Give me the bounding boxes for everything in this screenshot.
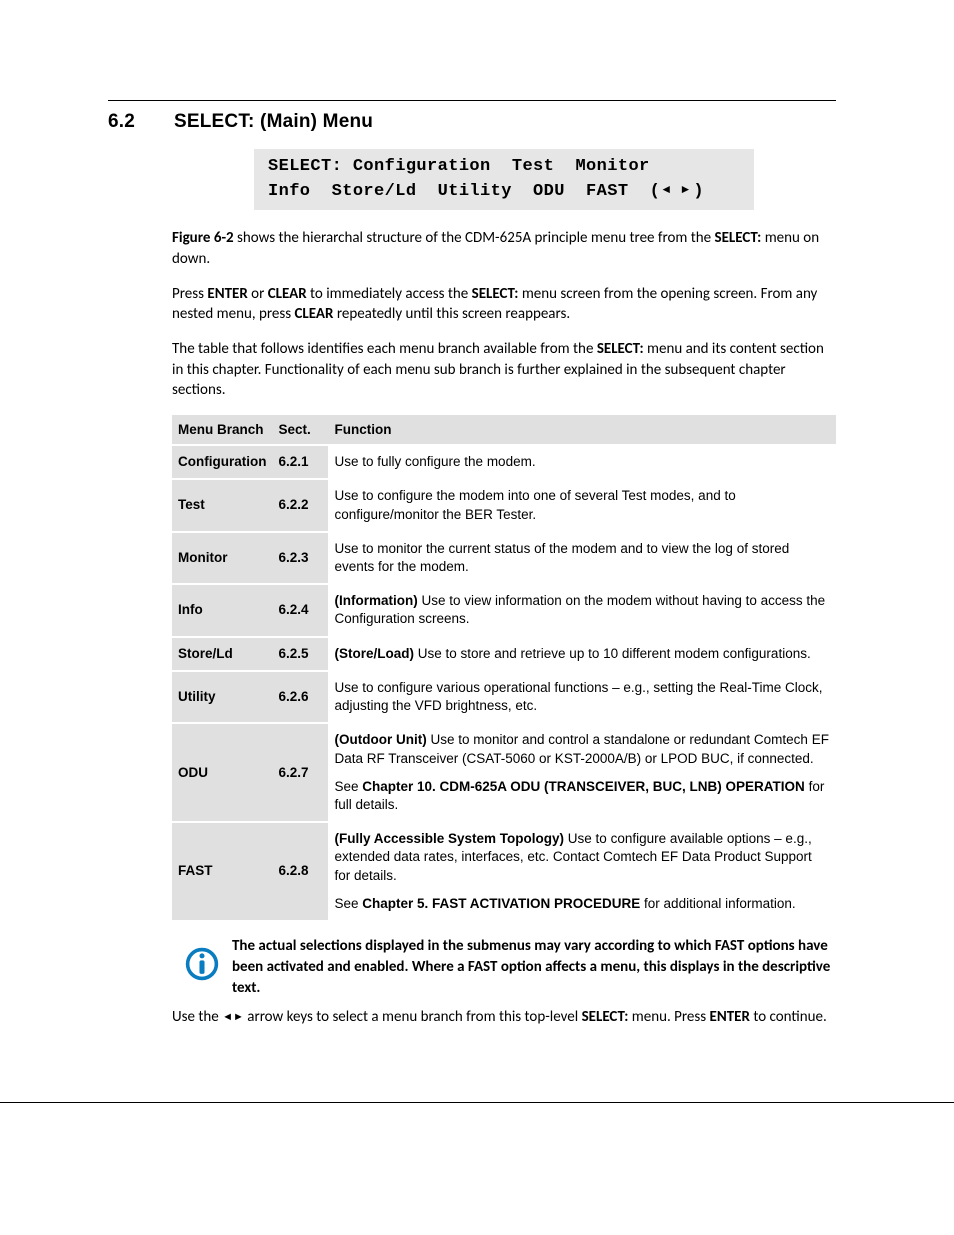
cell-branch: Utility	[172, 671, 272, 723]
cell-sect: 6.2.4	[272, 584, 328, 636]
document-page: 6.2SELECT: (Main) Menu SELECT: Configura…	[0, 0, 954, 1103]
lcd-display: SELECT: Configuration Test Monitor Info …	[254, 149, 754, 210]
cell-branch: Monitor	[172, 532, 272, 584]
cell-sect: 6.2.6	[272, 671, 328, 723]
lcd-line-1: SELECT: Configuration Test Monitor	[268, 157, 650, 176]
table-header-row: Menu Branch Sect. Function	[172, 415, 836, 445]
table-row: Configuration 6.2.1 Use to fully configu…	[172, 445, 836, 479]
paragraph-1: Figure 6-2 shows the hierarchal structur…	[172, 228, 836, 269]
section-heading: 6.2SELECT: (Main) Menu	[108, 111, 836, 133]
cell-branch: Test	[172, 479, 272, 531]
note-text: The actual selections displayed in the s…	[232, 936, 836, 999]
cell-function: (Store/Load) Use to store and retrieve u…	[328, 637, 836, 671]
cell-branch: Info	[172, 584, 272, 636]
rule-top	[108, 100, 836, 101]
info-icon	[172, 936, 232, 987]
cell-sect: 6.2.2	[272, 479, 328, 531]
left-right-arrows-icon: ◄ ►	[660, 182, 693, 196]
section-title: SELECT: (Main) Menu	[174, 111, 373, 132]
cell-branch: Store/Ld	[172, 637, 272, 671]
table-row: ODU 6.2.7 (Outdoor Unit) Use to monitor …	[172, 723, 836, 822]
section-number: 6.2	[108, 111, 174, 133]
col-header-function: Function	[328, 415, 836, 445]
cell-sect: 6.2.3	[272, 532, 328, 584]
content-block: SELECT: Configuration Test Monitor Info …	[108, 149, 836, 999]
paragraph-2: Press ENTER or CLEAR to immediately acce…	[172, 284, 836, 325]
note-block: The actual selections displayed in the s…	[172, 936, 836, 999]
table-row: Info 6.2.4 (Information) Use to view inf…	[172, 584, 836, 636]
table-row: Store/Ld 6.2.5 (Store/Load) Use to store…	[172, 637, 836, 671]
cell-branch: FAST	[172, 822, 272, 921]
cell-sect: 6.2.5	[272, 637, 328, 671]
cell-sect: 6.2.1	[272, 445, 328, 479]
lcd-line-2b: )	[693, 182, 704, 201]
col-header-branch: Menu Branch	[172, 415, 272, 445]
col-header-sect: Sect.	[272, 415, 328, 445]
table-row: Test 6.2.2 Use to configure the modem in…	[172, 479, 836, 531]
closing-paragraph: Use the ◄► arrow keys to select a menu b…	[108, 1007, 836, 1028]
table-row: FAST 6.2.8 (Fully Accessible System Topo…	[172, 822, 836, 921]
cell-function: Use to configure various operational fun…	[328, 671, 836, 723]
table-row: Monitor 6.2.3 Use to monitor the current…	[172, 532, 836, 584]
menu-branch-table: Menu Branch Sect. Function Configuration…	[172, 415, 836, 922]
cell-function: (Outdoor Unit) Use to monitor and contro…	[328, 723, 836, 822]
cell-function: Use to fully configure the modem.	[328, 445, 836, 479]
cell-sect: 6.2.7	[272, 723, 328, 822]
left-right-arrows-icon: ◄►	[222, 1011, 244, 1023]
cell-function: Use to configure the modem into one of s…	[328, 479, 836, 531]
cell-branch: ODU	[172, 723, 272, 822]
paragraph-3: The table that follows identifies each m…	[172, 339, 836, 401]
cell-function: (Information) Use to view information on…	[328, 584, 836, 636]
cell-function: (Fully Accessible System Topology) Use t…	[328, 822, 836, 921]
cell-function: Use to monitor the current status of the…	[328, 532, 836, 584]
table-row: Utility 6.2.6 Use to configure various o…	[172, 671, 836, 723]
cell-sect: 6.2.8	[272, 822, 328, 921]
figure-ref: Figure 6-2	[172, 229, 234, 247]
cell-branch: Configuration	[172, 445, 272, 479]
lcd-line-2a: Info Store/Ld Utility ODU FAST (	[268, 182, 660, 201]
